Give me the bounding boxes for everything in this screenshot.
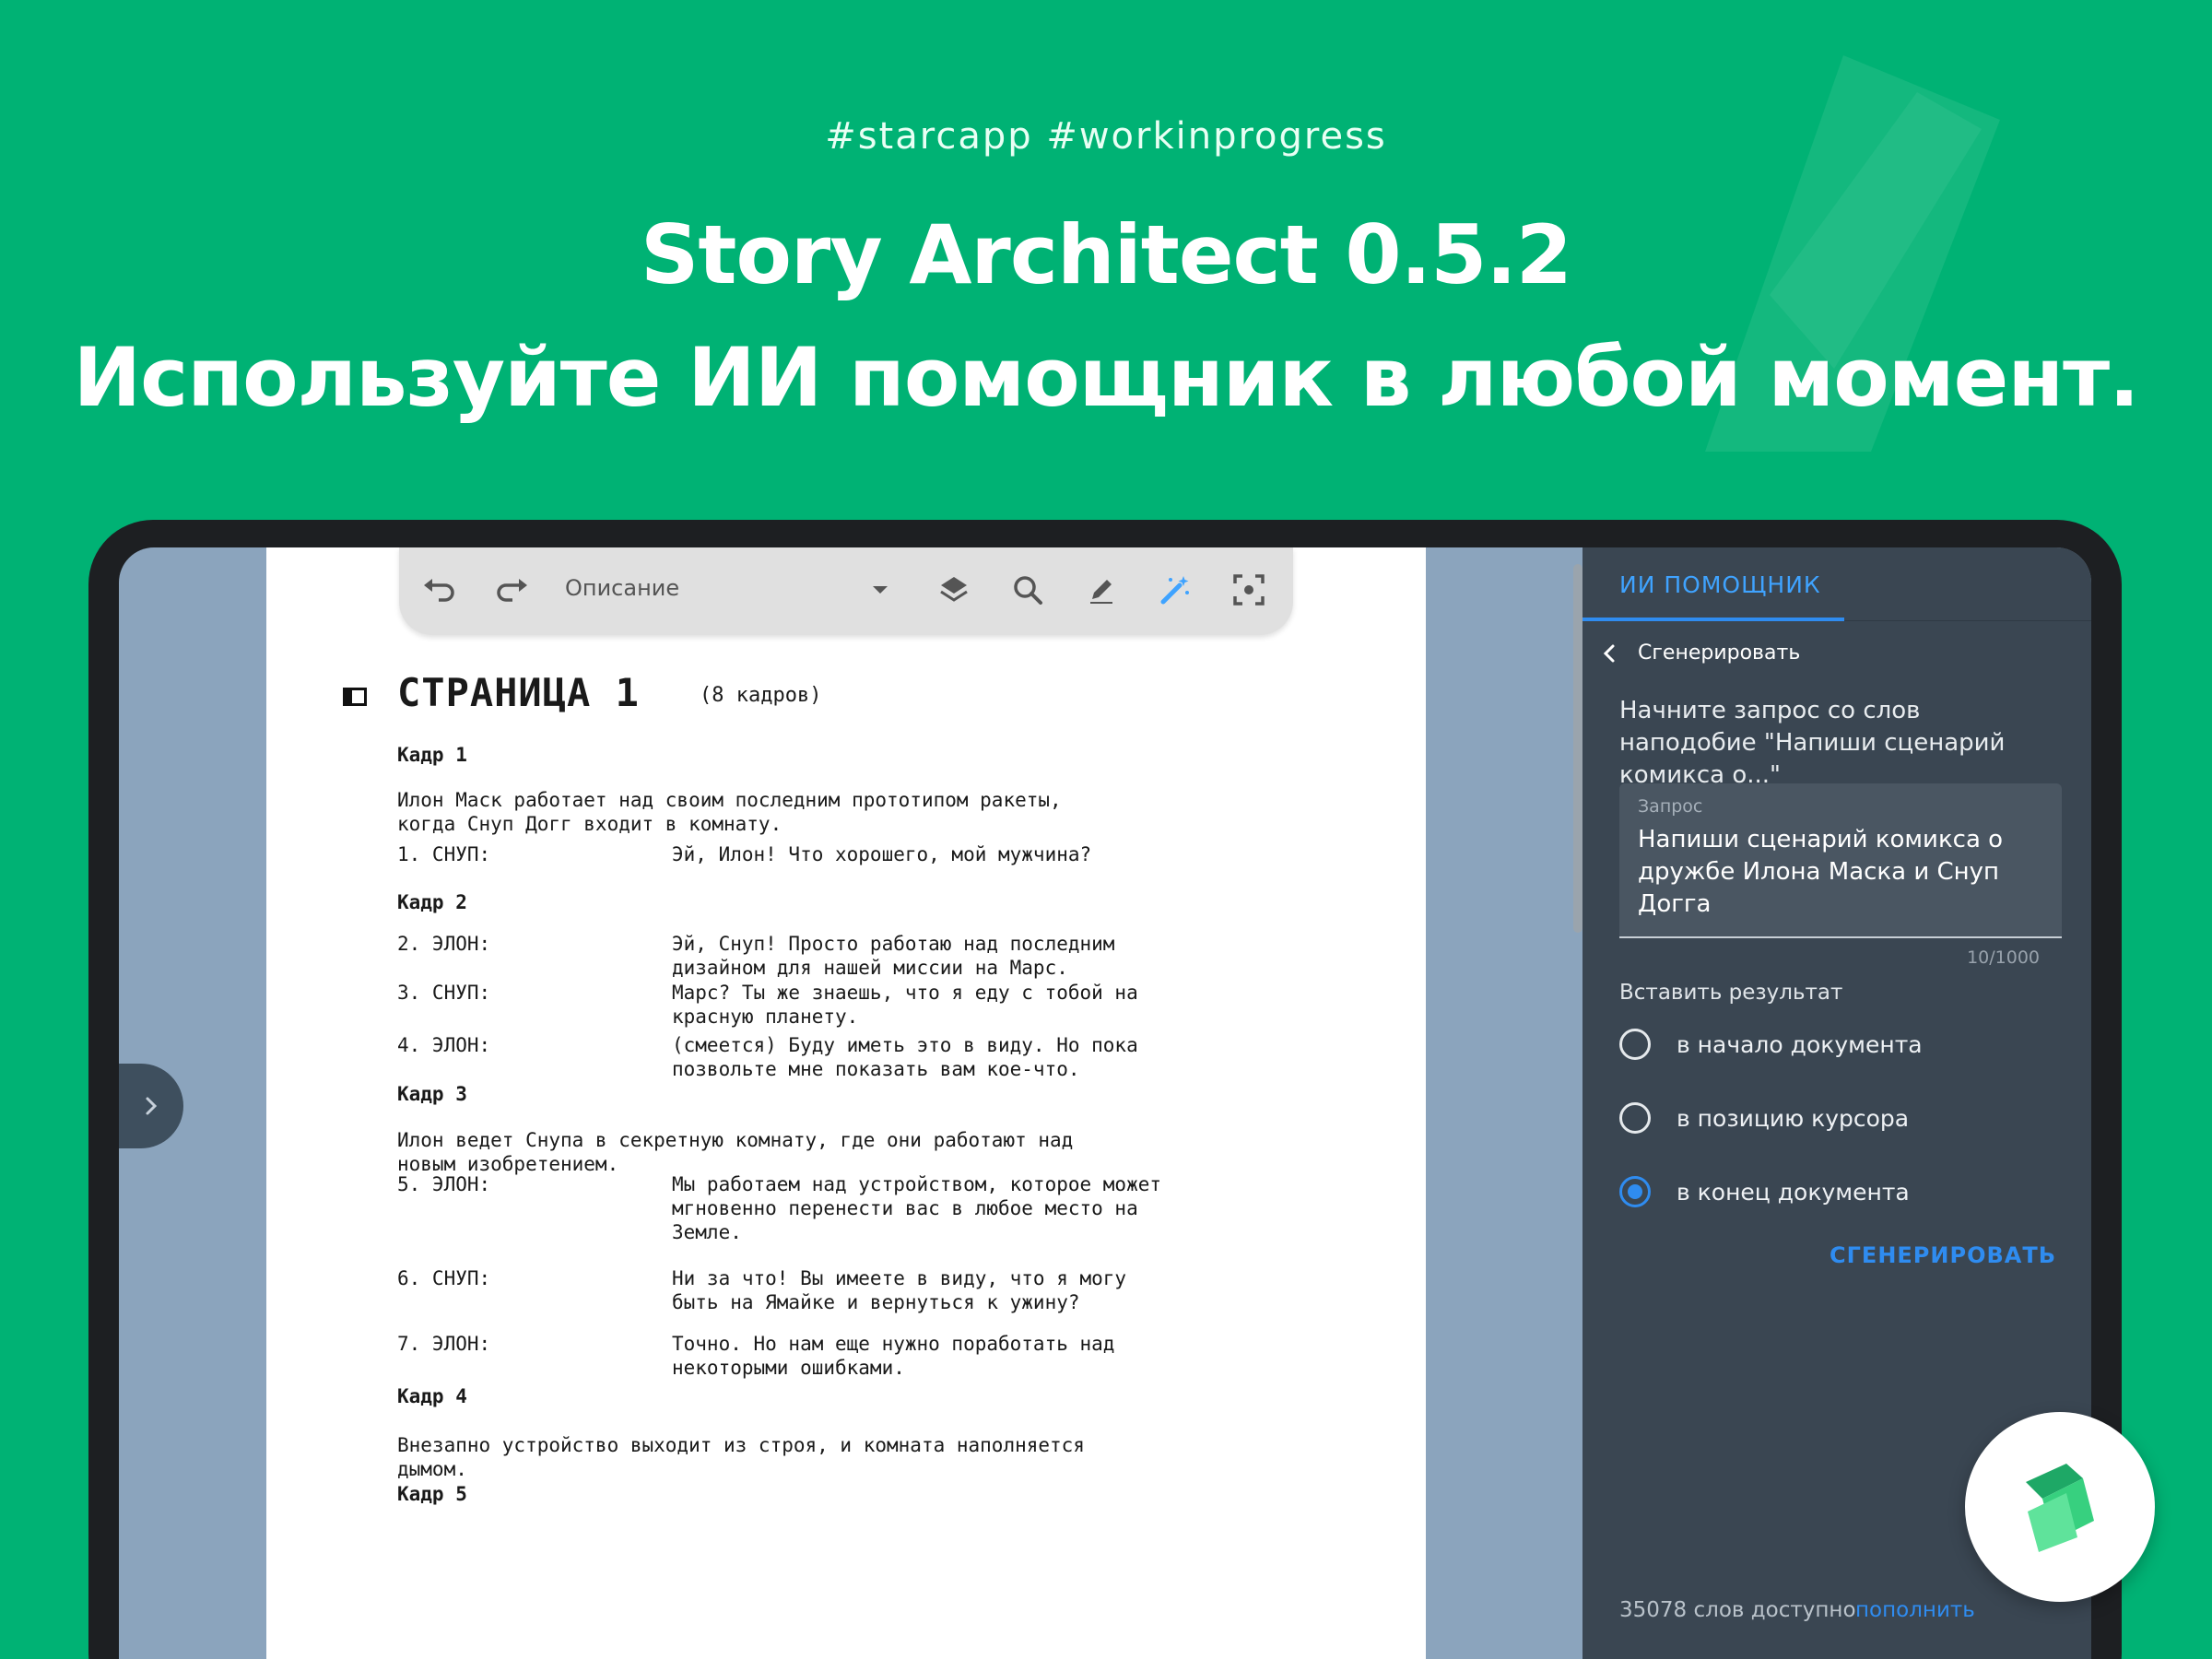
action-text: Внезапно устройство выходит из строя, и …: [397, 1434, 1085, 1480]
words-available: 35078 слов доступно: [1619, 1598, 1856, 1622]
script-body[interactable]: СТРАНИЦА 1 (8 кадров) Кадр 1 Илон Маск ра…: [266, 547, 1426, 1659]
frame-heading: Кадр 5: [397, 1483, 467, 1505]
app-screen: СТРАНИЦА 1 (8 кадров) Кадр 1 Илон Маск ра…: [119, 547, 2091, 1659]
focus-icon[interactable]: [1229, 570, 1269, 610]
starc-logo-icon: [2026, 1464, 2094, 1552]
editor-toolbar: Описание: [399, 547, 1293, 635]
dropdown-arrow-icon[interactable]: [860, 570, 900, 610]
back-label: Сгенерировать: [1638, 641, 1801, 665]
dialogue-text: Точно. Но нам еще нужно поработать над н…: [672, 1333, 1115, 1379]
dialogue-text: (смеется) Буду иметь это в виду. Но пока…: [672, 1034, 1138, 1080]
frame-heading: Кадр 4: [397, 1385, 467, 1407]
panel-tabbar: ИИ ПОМОЩНИК: [1583, 547, 2091, 621]
chevron-left-icon: [1603, 644, 1615, 662]
radio-label: в начало документа: [1677, 1030, 1923, 1058]
character-name: 7. ЭЛОН:: [397, 1333, 491, 1355]
headline-title: Story Architect 0.5.2: [641, 207, 1572, 302]
pen-icon[interactable]: [1081, 570, 1122, 610]
magic-wand-icon[interactable]: [1155, 570, 1195, 610]
page-frame-count: (8 кадров): [700, 684, 822, 707]
prompt-hint: Начните запрос со слов наподобие "Напиши…: [1619, 697, 2006, 789]
app-logo-badge: [1965, 1412, 2155, 1602]
dialogue-text: Марс? Ты же знаешь, что я еду с тобой на…: [672, 982, 1138, 1028]
radio-insert-cursor[interactable]: в позицию курсора: [1619, 1102, 1909, 1134]
back-button[interactable]: Сгенерировать: [1601, 641, 1800, 665]
character-name: 3. СНУП:: [397, 982, 491, 1004]
undo-icon[interactable]: [419, 570, 460, 610]
radio-label: в позицию курсора: [1677, 1104, 1910, 1132]
query-input[interactable]: Запрос Напиши сценарий комикса о дружбе …: [1619, 783, 2062, 938]
tablet-frame: СТРАНИЦА 1 (8 кадров) Кадр 1 Илон Маск ра…: [88, 520, 2122, 1659]
page-marker-icon: [343, 688, 367, 706]
frame-heading: Кадр 2: [397, 891, 467, 913]
radio-button-selected[interactable]: [1619, 1176, 1651, 1207]
layers-icon[interactable]: [934, 570, 974, 610]
tab-ai-assistant[interactable]: ИИ ПОМОЩНИК: [1619, 571, 1821, 598]
refill-link[interactable]: пополнить: [1855, 1598, 1975, 1622]
generate-button[interactable]: СГЕНЕРИРОВАТЬ: [1830, 1242, 2056, 1268]
character-name: 1. СНУП:: [397, 843, 491, 865]
query-value[interactable]: Напиши сценарий комикса о дружбе Илона М…: [1638, 824, 2043, 921]
insert-result-label: Вставить результат: [1619, 981, 1843, 1005]
frame-heading: Кадр 3: [397, 1083, 467, 1105]
action-text: Илон Маск работает над своим последним п…: [397, 789, 1062, 835]
character-name: 2. ЭЛОН:: [397, 933, 491, 955]
radio-insert-start[interactable]: в начало документа: [1619, 1029, 1923, 1060]
dialogue-text: Ни за что! Вы имеете в виду, что я могу …: [672, 1267, 1127, 1313]
character-name: 4. ЭЛОН:: [397, 1034, 491, 1056]
page-heading: СТРАНИЦА 1: [397, 670, 640, 715]
editor-scrollbar[interactable]: [1573, 564, 1583, 933]
character-counter: 10/1000: [1967, 947, 2040, 968]
radio-button[interactable]: [1619, 1102, 1651, 1134]
character-name: 6. СНУП:: [397, 1267, 491, 1289]
redo-icon[interactable]: [491, 570, 532, 610]
paragraph-type-select[interactable]: Описание: [565, 575, 679, 601]
radio-button[interactable]: [1619, 1029, 1651, 1060]
search-icon[interactable]: [1007, 570, 1048, 610]
character-name: 5. ЭЛОН:: [397, 1173, 491, 1195]
tab-indicator: [1583, 618, 1844, 621]
hashtags: #starcapp #workinprogress: [825, 115, 1387, 158]
frame-heading: Кадр 1: [397, 744, 467, 766]
chevron-right-icon: [146, 1097, 158, 1115]
query-label: Запрос: [1638, 796, 1703, 817]
action-text: Илон ведет Снупа в секретную комнату, гд…: [397, 1129, 1074, 1175]
radio-insert-end[interactable]: в конец документа: [1619, 1176, 1910, 1207]
headline-subtitle: Используйте ИИ помощник в любой момент.: [73, 330, 2139, 425]
dialogue-text: Эй, Илон! Что хорошего, мой мужчина?: [672, 843, 1092, 865]
dialogue-text: Мы работаем над устройством, которое мож…: [672, 1173, 1162, 1243]
sidebar-toggle-button[interactable]: [119, 1064, 183, 1148]
script-page[interactable]: СТРАНИЦА 1 (8 кадров) Кадр 1 Илон Маск ра…: [266, 547, 1426, 1659]
radio-label: в конец документа: [1677, 1178, 1910, 1206]
dialogue-text: Эй, Снуп! Просто работаю над последним д…: [672, 933, 1115, 979]
